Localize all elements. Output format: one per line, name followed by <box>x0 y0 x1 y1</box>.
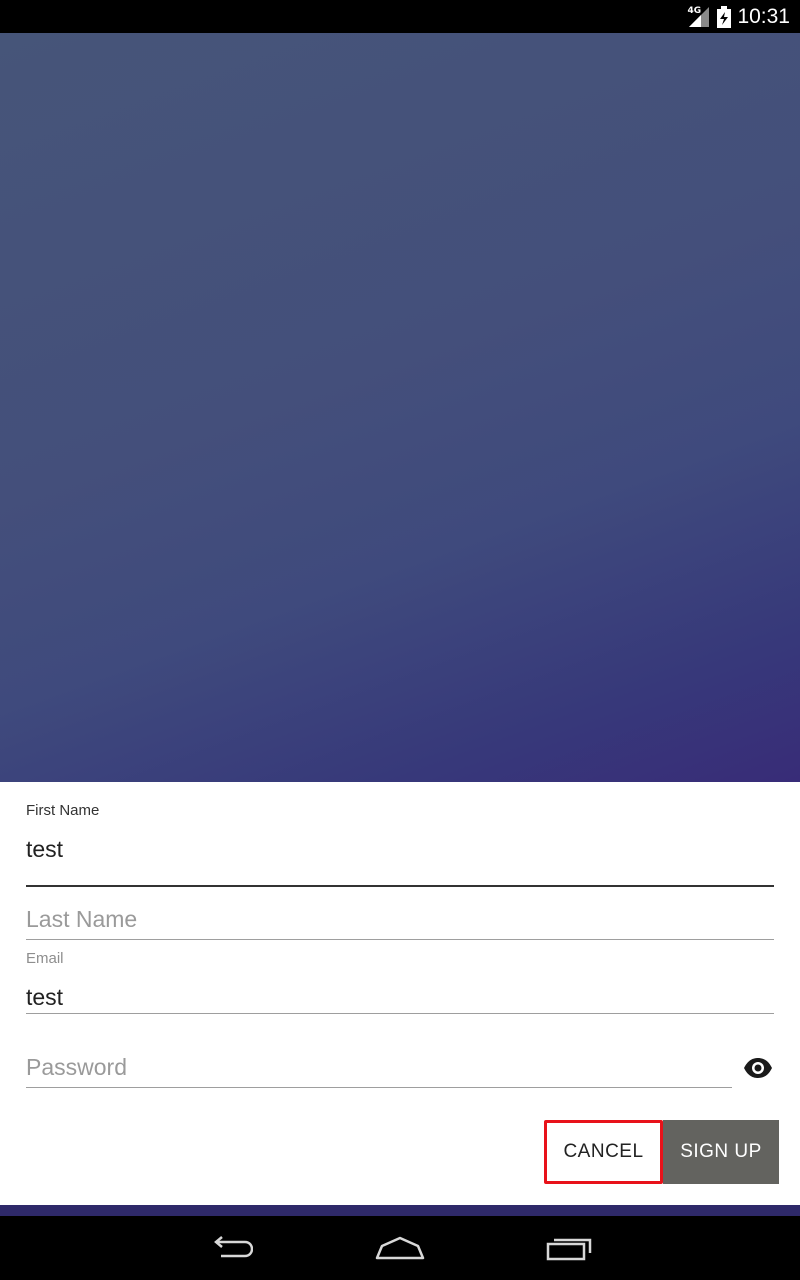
eye-icon[interactable] <box>740 1053 776 1083</box>
back-icon[interactable] <box>200 1230 260 1266</box>
bottom-strip <box>0 1205 800 1216</box>
first-name-underline <box>26 885 774 887</box>
sign-up-button[interactable]: SIGN UP <box>663 1120 779 1184</box>
last-name-underline <box>26 939 774 940</box>
hero-banner <box>0 33 800 782</box>
password-underline <box>26 1087 732 1088</box>
app-screen: 4G 10:31 First Name test Last Name Email… <box>0 0 800 1280</box>
first-name-label: First Name <box>26 802 100 819</box>
first-name-input[interactable]: test <box>26 836 63 863</box>
email-input[interactable]: test <box>26 984 63 1011</box>
password-field[interactable]: Password <box>26 1050 732 1090</box>
network-type: 4G <box>687 5 702 16</box>
last-name-field[interactable]: Last Name <box>26 902 774 942</box>
status-clock: 10:31 <box>737 4 790 28</box>
last-name-input[interactable]: Last Name <box>26 906 137 933</box>
password-input[interactable]: Password <box>26 1054 127 1081</box>
status-icons: 4G 10:31 <box>687 0 790 33</box>
cancel-button[interactable]: CANCEL <box>544 1120 663 1184</box>
battery-charging-icon <box>717 5 732 28</box>
email-underline <box>26 1013 774 1014</box>
recents-icon[interactable] <box>540 1230 600 1266</box>
cellular-signal-icon: 4G <box>687 5 711 29</box>
email-field[interactable]: Email test <box>26 950 774 1020</box>
email-label: Email <box>26 950 64 967</box>
signup-form: First Name test Last Name Email test Pas… <box>0 782 800 1205</box>
status-bar: 4G 10:31 <box>0 0 800 33</box>
first-name-field[interactable]: First Name test <box>26 802 774 887</box>
navigation-bar <box>0 1216 800 1280</box>
home-icon[interactable] <box>370 1230 430 1266</box>
